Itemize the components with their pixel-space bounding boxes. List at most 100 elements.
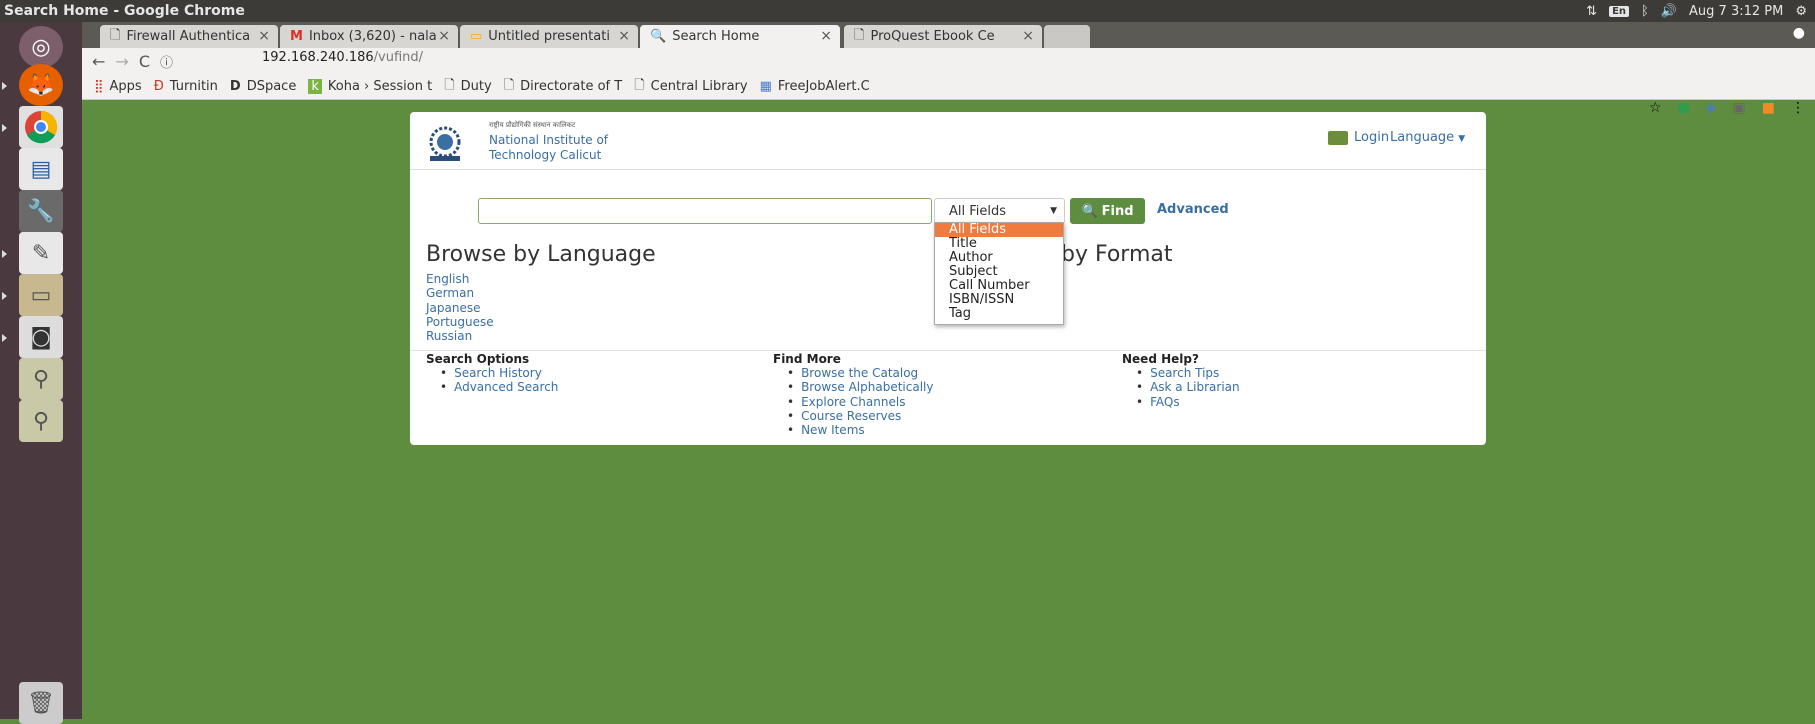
- system-settings-icon[interactable]: 🔧: [19, 190, 63, 232]
- top-panel: Search Home - Google Chrome ⇅ En ᛒ 🔊 Aug…: [0, 0, 1815, 22]
- footer-link[interactable]: Search History: [440, 366, 558, 380]
- usb-drive-icon[interactable]: ⚲: [19, 358, 63, 400]
- bookmark-dspace[interactable]: D DSpace: [230, 79, 296, 94]
- trash-icon[interactable]: 🗑: [19, 682, 63, 724]
- login-link[interactable]: Login: [1328, 130, 1389, 145]
- hindi-name: राष्ट्रीय प्रौद्योगिकी संस्थान कालिकट: [489, 121, 576, 129]
- document-viewer-icon[interactable]: ▤: [19, 148, 63, 190]
- close-icon[interactable]: ×: [820, 28, 832, 44]
- find-button[interactable]: 🔍 Find: [1070, 198, 1145, 224]
- tab-search-home[interactable]: 🔍 Search Home ×: [640, 25, 840, 48]
- close-icon[interactable]: ×: [1022, 28, 1034, 44]
- footer-link[interactable]: Advanced Search: [440, 380, 558, 394]
- bookmark-central-library[interactable]: 🗋 Central Library: [634, 76, 747, 98]
- search-input[interactable]: [478, 198, 932, 224]
- volume-icon[interactable]: 🔊: [1661, 4, 1677, 19]
- extension-icon[interactable]: ◈: [1706, 100, 1717, 116]
- site-header: राष्ट्रीय प्रौद्योगिकी संस्थान कालिकट Na…: [410, 112, 1486, 170]
- dropdown-option-subject[interactable]: Subject: [935, 265, 1063, 279]
- grammarly-icon[interactable]: ●: [1678, 100, 1690, 116]
- koha-icon: k: [308, 79, 322, 94]
- caret-down-icon: ▼: [1458, 134, 1466, 144]
- bookmark-duty[interactable]: 🗋 Duty: [444, 76, 492, 98]
- divider: [410, 350, 1486, 351]
- tab-firewall[interactable]: 🗋 Firewall Authentica ×: [100, 25, 278, 48]
- text-editor-icon[interactable]: ✎: [19, 232, 63, 274]
- section-heading: Need Help?: [1122, 352, 1199, 366]
- close-icon[interactable]: ×: [438, 28, 450, 44]
- page-icon: 🗋: [444, 77, 455, 93]
- language-dropdown[interactable]: Language ▼: [1390, 130, 1465, 145]
- usb-drive-icon-2[interactable]: ⚲: [19, 400, 63, 442]
- settings-gear-icon[interactable]: ⚙: [1795, 4, 1807, 19]
- footer-link[interactable]: Search Tips: [1136, 366, 1240, 380]
- footer-link[interactable]: Explore Channels: [787, 395, 933, 409]
- dropdown-option-tag[interactable]: Tag: [935, 307, 1063, 321]
- close-icon[interactable]: ×: [258, 28, 270, 44]
- footer-link[interactable]: New Items: [787, 423, 933, 437]
- footer-link[interactable]: Ask a Librarian: [1136, 380, 1240, 394]
- section-heading: Find More: [773, 352, 841, 366]
- camera-icon[interactable]: ◙: [19, 316, 63, 358]
- address-bar[interactable]: 192.168.240.186/vufind/: [262, 50, 423, 65]
- dropdown-option-isbn[interactable]: ISBN/ISSN: [935, 293, 1063, 307]
- file-manager-icon[interactable]: ▭: [19, 274, 63, 316]
- find-more-section: Find More Browse the Catalog Browse Alph…: [773, 352, 933, 437]
- institute-name[interactable]: National Institute of Technology Calicut: [489, 133, 608, 163]
- turnitin-icon: Ð: [153, 79, 164, 94]
- page-icon: 🗋: [634, 77, 645, 93]
- dropdown-option-title[interactable]: Title: [935, 237, 1063, 251]
- tab-presentation[interactable]: ▭ Untitled presentati ×: [460, 25, 638, 48]
- nitc-logo-icon[interactable]: [424, 126, 466, 161]
- network-icon[interactable]: ⇅: [1586, 4, 1597, 19]
- firefox-icon[interactable]: 🦊: [19, 64, 63, 106]
- extension-icon-2[interactable]: ▣: [1733, 100, 1746, 116]
- forward-icon[interactable]: →: [115, 52, 128, 71]
- search-field-select[interactable]: All Fields ▼: [934, 198, 1065, 224]
- profile-icon[interactable]: ●: [1793, 25, 1805, 41]
- tab-proquest[interactable]: 🗋 ProQuest Ebook Ce ×: [844, 25, 1042, 48]
- new-tab-button[interactable]: [1044, 25, 1090, 48]
- language-link[interactable]: Japanese: [426, 301, 494, 315]
- bookmark-star-icon[interactable]: ☆: [1649, 100, 1662, 116]
- clock[interactable]: Aug 7 3:12 PM: [1689, 4, 1783, 19]
- dropdown-option-call-number[interactable]: Call Number: [935, 279, 1063, 293]
- back-icon[interactable]: ←: [92, 52, 105, 71]
- footer-link[interactable]: Browse Alphabetically: [787, 380, 933, 394]
- bookmark-freejobalert[interactable]: ▦ FreeJobAlert.C: [760, 79, 870, 94]
- chrome-icon[interactable]: [19, 106, 63, 148]
- language-link[interactable]: German: [426, 286, 494, 300]
- bookmarks-bar: ⣿ Apps Ð Turnitin D DSpace k Koha › Session …: [82, 74, 1815, 100]
- language-link[interactable]: English: [426, 272, 494, 286]
- caret-down-icon: ▼: [1050, 206, 1057, 216]
- search-icon: 🔍: [1081, 203, 1098, 219]
- toolbar: ← → C ⓘ 192.168.240.186/vufind/ ☆ ● ◈ ▣ …: [82, 48, 1815, 116]
- dropdown-option-author[interactable]: Author: [935, 251, 1063, 265]
- info-icon[interactable]: ⓘ: [160, 52, 173, 71]
- window-title: Search Home - Google Chrome: [4, 3, 245, 19]
- advanced-search-link[interactable]: Advanced: [1157, 202, 1229, 217]
- menu-icon[interactable]: ⋮: [1791, 100, 1805, 116]
- bookmark-directorate[interactable]: 🗋 Directorate of T: [504, 76, 622, 98]
- language-link[interactable]: Portuguese: [426, 315, 494, 329]
- bookmark-koha[interactable]: k Koha › Session t: [308, 79, 432, 94]
- ubuntu-dash-icon[interactable]: ◎: [19, 26, 63, 68]
- bookmark-apps[interactable]: ⣿ Apps: [94, 79, 142, 94]
- close-icon[interactable]: ×: [618, 28, 630, 44]
- page-icon: 🗋: [854, 27, 865, 43]
- language-link[interactable]: Russian: [426, 329, 494, 343]
- footer-link[interactable]: Course Reserves: [787, 409, 933, 423]
- launcher: ◎ 🦊 ▤ 🔧 ✎ ▭ ◙ ⚲ ⚲ 🗑: [0, 22, 82, 724]
- reload-icon[interactable]: C: [139, 52, 150, 71]
- bluetooth-icon[interactable]: ᛒ: [1641, 4, 1649, 19]
- tab-inbox[interactable]: M Inbox (3,620) - nala ×: [280, 25, 458, 48]
- dspace-icon: D: [229, 79, 241, 94]
- browse-format-heading: by Format: [1061, 242, 1173, 267]
- footer-link[interactable]: Browse the Catalog: [787, 366, 933, 380]
- login-icon: [1328, 130, 1348, 145]
- keyboard-language[interactable]: En: [1609, 5, 1630, 17]
- bookmark-turnitin[interactable]: Ð Turnitin: [154, 79, 218, 94]
- dropdown-option-all-fields[interactable]: All Fields: [935, 223, 1063, 237]
- footer-link[interactable]: FAQs: [1136, 395, 1240, 409]
- extension-icon-3[interactable]: ■: [1762, 100, 1775, 116]
